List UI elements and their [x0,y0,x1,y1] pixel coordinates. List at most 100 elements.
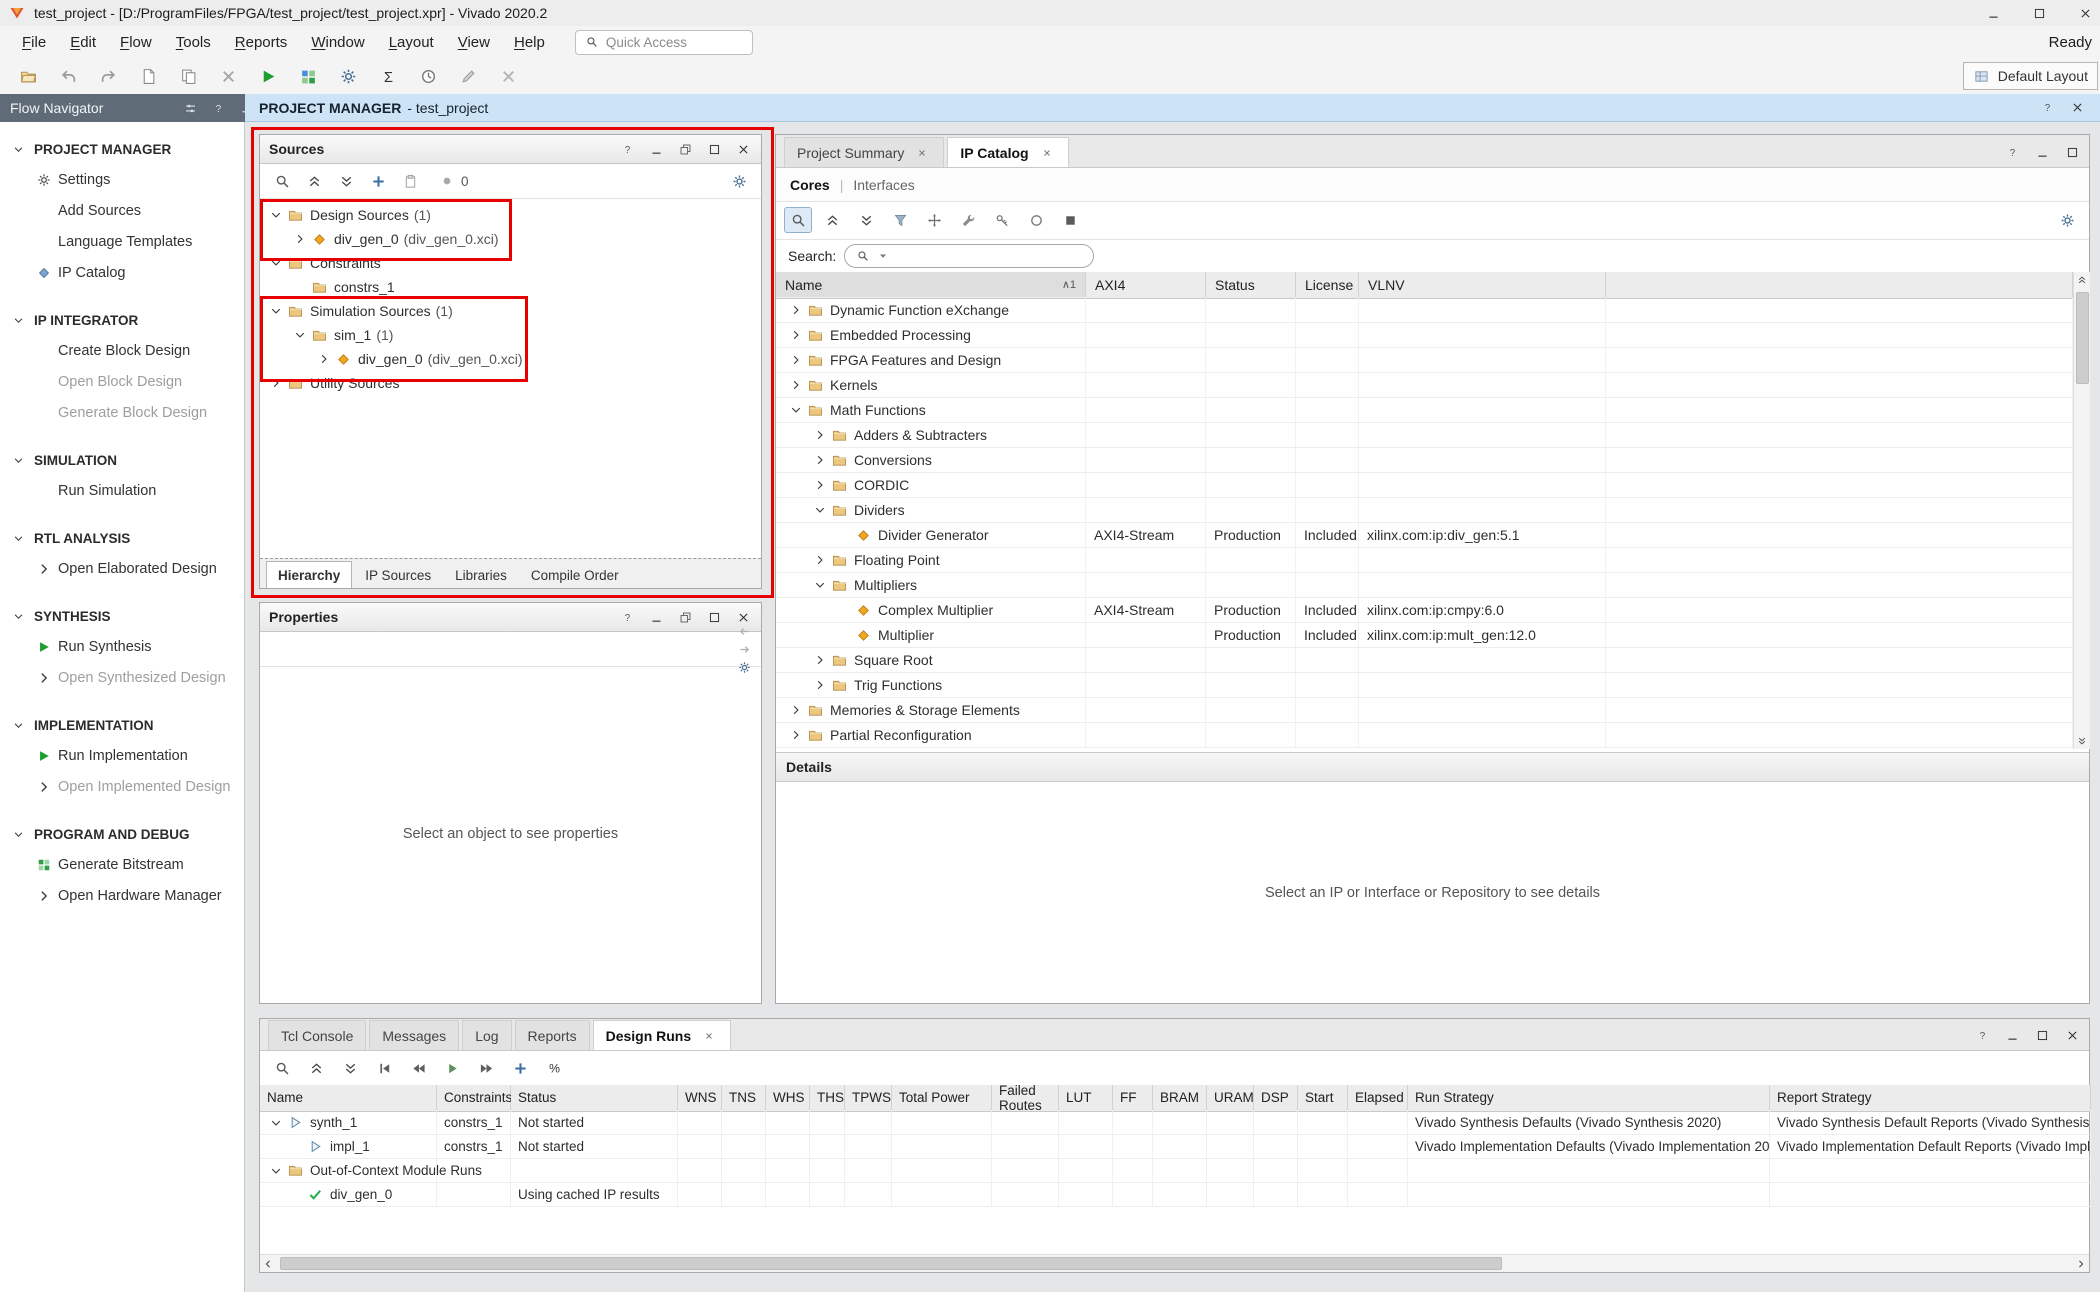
menu-file[interactable]: File [10,29,58,56]
tab-log[interactable]: Log [462,1020,511,1050]
tab-ip-sources[interactable]: IP Sources [354,562,442,588]
maximize-icon[interactable] [2033,1027,2051,1045]
ip-row-divider-generator[interactable]: Divider GeneratorAXI4-StreamProductionIn… [776,523,2073,548]
open-button[interactable] [12,61,44,91]
minimize-button[interactable] [1970,1,2016,26]
run-row-div-gen-0[interactable]: div_gen_0Using cached IP results [260,1183,2091,1207]
expand-all-button[interactable] [336,1055,364,1081]
tab-messages[interactable]: Messages [369,1020,459,1050]
column-header-axi4[interactable]: AXI4 [1086,272,1206,297]
column-header-tpws[interactable]: TPWS [845,1085,892,1110]
expander-icon[interactable] [292,231,308,247]
vertical-scrollbar[interactable] [2073,272,2090,749]
scrollbar-thumb[interactable] [2076,292,2089,384]
add-button[interactable] [364,168,392,194]
play-small-button[interactable] [438,1055,466,1081]
section-collapse-icon[interactable] [9,529,27,547]
fn-section-header-simulation[interactable]: SIMULATION [0,445,244,475]
close-button[interactable] [2062,1,2100,26]
scroll-down-icon[interactable] [2074,733,2090,749]
tab-compile-order[interactable]: Compile Order [520,562,630,588]
column-header-lut[interactable]: LUT [1059,1085,1113,1110]
expander-icon[interactable] [812,577,828,593]
key-button[interactable] [988,207,1016,233]
expander-icon[interactable] [812,477,828,493]
percent-button[interactable]: % [540,1055,568,1081]
tree-row-design-sources[interactable]: Design Sources(1) [260,203,761,227]
maximize-button[interactable] [2016,1,2062,26]
fn-item-settings[interactable]: Settings [0,164,244,195]
step-back-button[interactable] [370,1055,398,1081]
float-icon[interactable] [676,608,694,626]
collapse-all-button[interactable] [818,207,846,233]
help-icon[interactable]: ? [618,140,636,158]
expander-icon[interactable] [316,351,332,367]
column-header-constraints[interactable]: Constraints [437,1085,511,1110]
column-header-ff[interactable]: FF [1113,1085,1153,1110]
tab-project-summary[interactable]: Project Summary [784,137,944,167]
fn-item-generate-block-design[interactable]: Generate Block Design [0,397,244,428]
undo-button[interactable] [52,61,84,91]
column-header-elapsed[interactable]: Elapsed [1348,1085,1408,1110]
column-header-wns[interactable]: WNS [678,1085,722,1110]
column-header-name[interactable]: Name∧1 [776,272,1086,297]
record-button[interactable] [1022,207,1050,233]
layout-selector[interactable]: Default Layout [1963,62,2098,90]
help-icon[interactable]: ? [2003,143,2021,161]
expander-icon[interactable] [788,302,804,318]
expander-icon[interactable] [788,727,804,743]
tab-reports[interactable]: Reports [515,1020,590,1050]
tree-row-simulation-sources[interactable]: Simulation Sources(1) [260,299,761,323]
fn-item-open-synthesized-design[interactable]: Open Synthesized Design [0,662,244,693]
minimize-icon[interactable] [647,608,665,626]
view-interfaces[interactable]: Interfaces [853,177,914,193]
ip-row-square-root[interactable]: Square Root [776,648,2073,673]
expander-icon[interactable] [812,427,828,443]
section-collapse-icon[interactable] [9,716,27,734]
settings-button[interactable] [2053,207,2081,233]
fn-item-run-implementation[interactable]: Run Implementation [0,740,244,771]
close-icon[interactable] [2063,1027,2081,1045]
edit-button[interactable] [452,61,484,91]
search-button[interactable] [268,168,296,194]
tree-row-constraints[interactable]: Constraints [260,251,761,275]
fn-section-header-rtl-analysis[interactable]: RTL ANALYSIS [0,523,244,553]
column-header-tns[interactable]: TNS [722,1085,766,1110]
cancel-button[interactable] [492,61,524,91]
expander-icon[interactable] [812,502,828,518]
help-icon[interactable]: ? [209,99,227,117]
expander-icon[interactable] [268,207,284,223]
expander-icon[interactable] [788,327,804,343]
expander-icon[interactable] [292,327,308,343]
column-header-ths[interactable]: THS [810,1085,845,1110]
maximize-icon[interactable] [705,608,723,626]
menu-edit[interactable]: Edit [58,29,108,56]
fn-item-language-templates[interactable]: Language Templates [0,226,244,257]
run-step-button[interactable] [292,61,324,91]
close-icon[interactable] [734,140,752,158]
search-button[interactable] [268,1055,296,1081]
help-icon[interactable]: ? [1973,1027,1991,1045]
fn-section-header-implementation[interactable]: IMPLEMENTATION [0,710,244,740]
expander-icon[interactable] [812,677,828,693]
menu-reports[interactable]: Reports [223,29,300,56]
column-header-whs[interactable]: WHS [766,1085,810,1110]
delete-button[interactable] [212,61,244,91]
minimize-icon[interactable] [2033,143,2051,161]
fn-item-open-implemented-design[interactable]: Open Implemented Design [0,771,244,802]
search-button[interactable] [784,207,812,233]
quick-access-search[interactable]: Quick Access [575,30,753,55]
column-header-run_strategy[interactable]: Run Strategy [1408,1085,1770,1110]
menu-flow[interactable]: Flow [108,29,164,56]
expander-icon[interactable] [812,452,828,468]
expand-all-button[interactable] [852,207,880,233]
help-icon[interactable]: ? [2038,99,2056,117]
expander-icon[interactable] [268,303,284,319]
menu-window[interactable]: Window [299,29,376,56]
tree-row-div-gen-0[interactable]: div_gen_0(div_gen_0.xci) [260,227,761,251]
fn-item-run-synthesis[interactable]: Run Synthesis [0,631,244,662]
close-tab-icon[interactable] [700,1027,718,1045]
expander-icon[interactable] [812,652,828,668]
column-header-uram[interactable]: URAM [1207,1085,1254,1110]
section-collapse-icon[interactable] [9,825,27,843]
